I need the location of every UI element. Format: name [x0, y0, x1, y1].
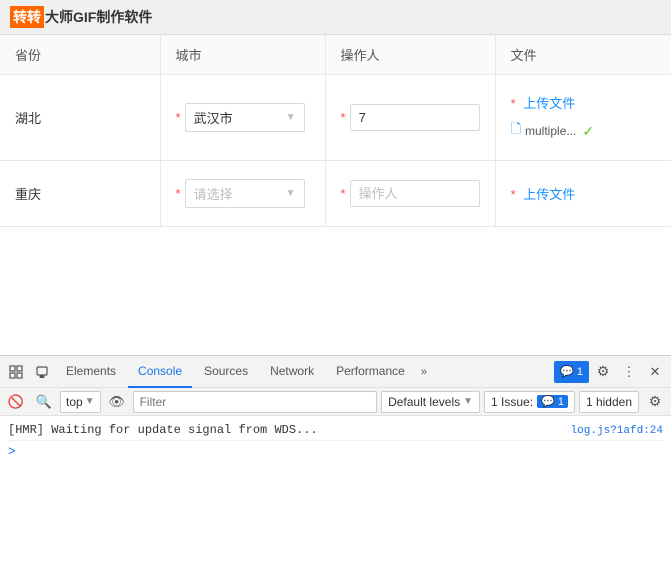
more-options-icon[interactable]: ⋮	[617, 360, 641, 384]
tab-performance[interactable]: Performance	[326, 356, 415, 388]
issues-icon: 💬	[541, 396, 555, 408]
file-name-1: multiple...	[525, 124, 576, 138]
devtools-toolbar: 🚫 🔍 top ▼ 👁 Default levels ▼ 1 Issue: 💬 …	[0, 388, 671, 416]
file-item-1: 🗋 multiple... ✓	[511, 120, 656, 142]
cell-file-1: * 上传文件 🗋 multiple... ✓	[495, 75, 671, 161]
console-prompt: >	[8, 441, 663, 462]
log-line: [HMR] Waiting for update signal from WDS…	[8, 420, 663, 441]
inspect-element-icon[interactable]	[4, 360, 28, 384]
upload-link-2[interactable]: 上传文件	[523, 187, 575, 202]
title-highlight: 转转	[10, 6, 44, 28]
chevron-down-icon: ▼	[286, 112, 296, 123]
col-header-province: 省份	[0, 35, 160, 75]
devtools-right-controls: 💬 1 ⚙ ⋮ ✕	[554, 360, 667, 384]
console-log-area: [HMR] Waiting for update signal from WDS…	[0, 416, 671, 587]
devtools-tabbar: Elements Console Sources Network Perform…	[0, 356, 671, 388]
city-select-2[interactable]: 请选择 ▼	[185, 179, 305, 208]
col-header-city: 城市	[160, 35, 325, 75]
tab-elements[interactable]: Elements	[56, 356, 126, 388]
badge-count: 1	[577, 366, 583, 378]
col-header-file: 文件	[495, 35, 671, 75]
tab-sources[interactable]: Sources	[194, 356, 258, 388]
city-select-1[interactable]: 武汉市 ▼	[185, 103, 305, 132]
city-select-placeholder-2: 请选择	[194, 184, 233, 203]
default-levels-button[interactable]: Default levels ▼	[381, 391, 480, 413]
cell-city-2: * 请选择 ▼	[160, 161, 325, 227]
table-row: 湖北 * 武汉市 ▼ *	[0, 75, 671, 161]
required-star: *	[341, 186, 346, 201]
cell-province-1: 湖北	[0, 75, 160, 161]
cell-operator-2: *	[325, 161, 495, 227]
col-header-operator: 操作人	[325, 35, 495, 75]
clear-console-icon[interactable]: 🚫	[4, 390, 28, 414]
operator-input-1[interactable]	[350, 104, 480, 131]
top-level-value: top	[66, 395, 83, 409]
issue-count-badge: 💬 1	[537, 395, 568, 408]
operator-input-2[interactable]	[350, 180, 480, 207]
message-icon: 💬	[560, 365, 574, 378]
hidden-count-button[interactable]: 1 hidden	[579, 391, 639, 413]
table-row: 重庆 * 请选择 ▼ *	[0, 161, 671, 227]
issues-button[interactable]: 1 Issue: 💬 1	[484, 391, 575, 413]
console-settings-icon[interactable]: ⚙	[643, 390, 667, 414]
file-check-icon: ✓	[582, 123, 594, 140]
data-table: 省份 城市 操作人 文件 湖北 * 武汉市 ▼	[0, 35, 671, 227]
city-select-value-1: 武汉市	[194, 108, 233, 127]
issue-label: 1 Issue:	[491, 395, 533, 409]
hidden-count-label: 1 hidden	[586, 395, 632, 409]
log-message: [HMR] Waiting for update signal from WDS…	[8, 423, 571, 437]
cell-operator-1: *	[325, 75, 495, 161]
required-star: *	[341, 110, 346, 125]
file-icon: 🗋	[511, 120, 521, 142]
title-rest: 大师GIF制作软件	[45, 7, 152, 27]
cell-file-2: * 上传文件	[495, 161, 671, 227]
required-star: *	[511, 187, 516, 202]
upload-link-1[interactable]: 上传文件	[523, 96, 575, 111]
filter-icon[interactable]: 🔍	[32, 390, 56, 414]
devtools-panel: Elements Console Sources Network Perform…	[0, 355, 671, 587]
log-link[interactable]: log.js?1afd:24	[571, 425, 663, 437]
required-star: *	[176, 110, 181, 125]
console-badge-button[interactable]: 💬 1	[554, 361, 589, 383]
console-filter-input[interactable]	[133, 391, 377, 413]
top-level-select[interactable]: top ▼	[60, 391, 101, 413]
more-tabs-icon[interactable]: »	[417, 366, 431, 378]
chevron-down-icon: ▼	[463, 396, 473, 407]
required-star: *	[176, 186, 181, 201]
close-devtools-icon[interactable]: ✕	[643, 360, 667, 384]
chevron-down-icon: ▼	[85, 396, 95, 407]
chevron-down-icon: ▼	[286, 188, 296, 199]
prompt-symbol: >	[8, 444, 16, 459]
device-toolbar-icon[interactable]	[30, 360, 54, 384]
cell-province-2: 重庆	[0, 161, 160, 227]
title-bar: 转转 大师GIF制作软件	[0, 0, 671, 35]
eye-icon[interactable]: 👁	[105, 390, 129, 414]
levels-label: Default levels	[388, 395, 460, 409]
tab-network[interactable]: Network	[260, 356, 324, 388]
required-star: *	[511, 96, 516, 111]
main-content: 省份 城市 操作人 文件 湖北 * 武汉市 ▼	[0, 35, 671, 355]
tab-console[interactable]: Console	[128, 356, 192, 388]
settings-icon[interactable]: ⚙	[591, 360, 615, 384]
cell-city-1: * 武汉市 ▼	[160, 75, 325, 161]
